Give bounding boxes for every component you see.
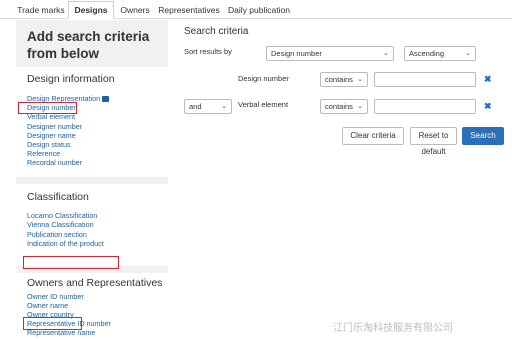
search-button[interactable]: Search bbox=[462, 127, 504, 145]
indication-highlight bbox=[23, 256, 119, 269]
link-locarno-classification[interactable]: Locarno Classification bbox=[27, 211, 97, 220]
tab-designs[interactable]: Designs bbox=[68, 1, 114, 19]
owner-name-highlight bbox=[23, 317, 82, 330]
link-recordal-number[interactable]: Recordal number bbox=[27, 158, 82, 167]
clear-criteria-button[interactable]: Clear criteria bbox=[342, 127, 404, 145]
sort-field-select[interactable]: Design number ⌄ bbox=[266, 46, 394, 61]
sort-label: Sort results by bbox=[184, 47, 232, 56]
search-criteria-title: Search criteria bbox=[184, 26, 249, 37]
sidebar-heading: Add search criteria from below bbox=[27, 29, 150, 61]
chevron-down-icon: ⌄ bbox=[465, 50, 471, 57]
classification-section: Classification Locarno Classification Vi… bbox=[16, 184, 168, 269]
criteria-sidebar: Add search criteria from below Design in… bbox=[16, 20, 168, 339]
section-title: Classification bbox=[27, 191, 89, 203]
chevron-down-icon: ⌄ bbox=[383, 50, 389, 57]
chevron-down-icon: ⌄ bbox=[357, 103, 363, 110]
section-title: Owners and Representatives bbox=[27, 277, 163, 289]
watermark: 江门乐淘科技服务有限公司 bbox=[333, 323, 453, 334]
link-indication-of-product[interactable]: Indication of the product bbox=[27, 239, 104, 248]
criterion1-operator-select[interactable]: contains ⌄ bbox=[320, 72, 368, 87]
criterion-label-verbal-element: Verbal element bbox=[238, 100, 289, 109]
chevron-down-icon: ⌄ bbox=[357, 76, 363, 83]
criterion2-conjunction-select[interactable]: and ⌄ bbox=[184, 99, 232, 114]
link-designer-number[interactable]: Designer number bbox=[27, 122, 82, 131]
criterion-label-design-number: Design number bbox=[238, 74, 289, 83]
tab-representatives[interactable]: Representatives bbox=[156, 1, 222, 19]
tab-bar: Trade marks Designs Owners Representativ… bbox=[0, 0, 512, 19]
link-owner-name[interactable]: Owner name bbox=[27, 301, 68, 310]
tab-owners[interactable]: Owners bbox=[114, 1, 156, 19]
owners-representatives-section: Owners and Representatives Owner ID numb… bbox=[16, 273, 168, 339]
sort-order-select[interactable]: Ascending ⌄ bbox=[404, 46, 476, 61]
camera-icon bbox=[102, 96, 110, 103]
criterion1-value-input[interactable] bbox=[374, 72, 476, 87]
criterion2-operator-select[interactable]: contains ⌄ bbox=[320, 99, 368, 114]
tab-trade-marks[interactable]: Trade marks bbox=[12, 1, 70, 19]
remove-criterion2-icon[interactable]: ✖ bbox=[484, 101, 492, 112]
tab-daily-publication[interactable]: Daily publication bbox=[222, 1, 296, 19]
design-information-section: Design information Design Representation… bbox=[16, 67, 168, 177]
link-reference[interactable]: Reference bbox=[27, 149, 60, 158]
link-owner-id-number[interactable]: Owner ID number bbox=[27, 292, 84, 301]
design-number-highlight bbox=[18, 102, 77, 114]
section-title: Design information bbox=[27, 73, 115, 85]
reset-default-button[interactable]: Reset to default bbox=[410, 127, 457, 156]
criterion2-value-input[interactable] bbox=[374, 99, 476, 114]
link-designer-name[interactable]: Designer name bbox=[27, 131, 76, 140]
link-design-status[interactable]: Design status bbox=[27, 140, 71, 149]
chevron-down-icon: ⌄ bbox=[221, 103, 227, 110]
remove-criterion1-icon[interactable]: ✖ bbox=[484, 74, 492, 85]
link-publication-section[interactable]: Publication section bbox=[27, 230, 87, 239]
link-vienna-classification[interactable]: Vienna Classification bbox=[27, 220, 94, 229]
